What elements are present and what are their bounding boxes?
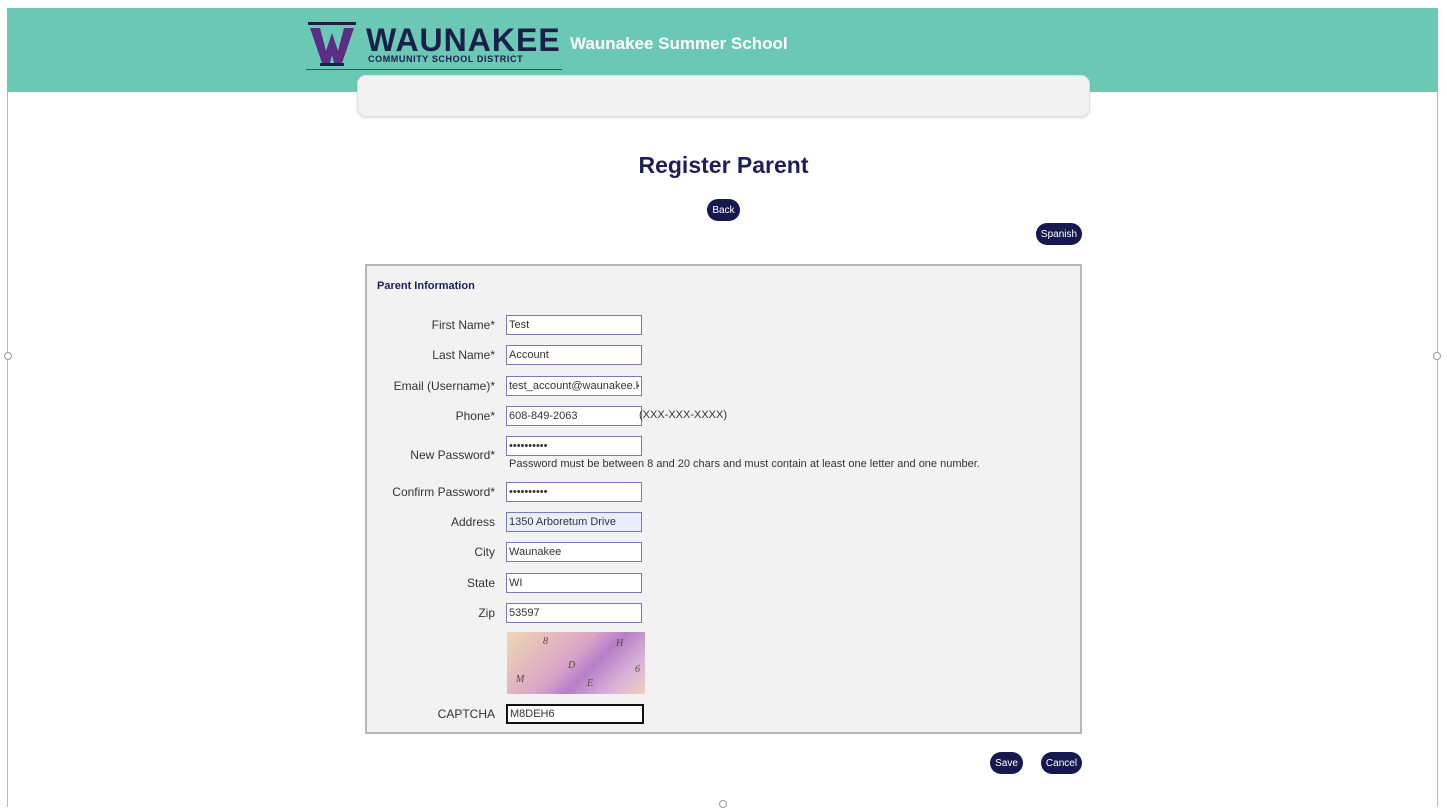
captcha-label: CAPTCHA xyxy=(437,707,495,721)
phone-format-hint: (XXX-XXX-XXXX) xyxy=(639,409,728,421)
captcha-image: 8 H D 6 M E xyxy=(507,632,645,694)
captcha-char: 8 xyxy=(543,636,548,647)
save-button[interactable]: Save xyxy=(990,752,1023,774)
zip-input[interactable] xyxy=(506,603,642,623)
captcha-char: E xyxy=(587,678,594,689)
zip-label: Zip xyxy=(478,606,495,620)
captcha-char: 6 xyxy=(635,664,640,675)
new-password-input[interactable] xyxy=(506,436,642,456)
state-input[interactable] xyxy=(506,573,642,593)
captcha-char: H xyxy=(616,638,624,649)
address-input[interactable] xyxy=(506,512,642,532)
logo-w-icon xyxy=(308,22,356,66)
last-name-label: Last Name* xyxy=(432,348,495,362)
confirm-password-input[interactable] xyxy=(506,482,642,502)
parent-information-panel: Parent Information First Name* Last Name… xyxy=(365,264,1082,734)
resize-handle-left[interactable] xyxy=(4,352,12,360)
window-frame-left xyxy=(7,8,8,807)
email-input[interactable] xyxy=(506,376,642,396)
last-name-input[interactable] xyxy=(506,345,642,365)
city-input[interactable] xyxy=(506,542,642,562)
window-frame-right xyxy=(1437,8,1438,807)
district-logo[interactable]: WAUNAKEE COMMUNITY SCHOOL DISTRICT xyxy=(306,21,562,72)
email-row: Email (Username)* xyxy=(367,376,1080,398)
captcha-char: M xyxy=(516,674,525,685)
logo-subtitle: COMMUNITY SCHOOL DISTRICT xyxy=(368,54,524,64)
first-name-row: First Name* xyxy=(367,315,1080,337)
navigation-bar xyxy=(357,75,1090,117)
resize-handle-right[interactable] xyxy=(1433,352,1441,360)
first-name-input[interactable] xyxy=(506,315,642,335)
cancel-button[interactable]: Cancel xyxy=(1041,752,1082,774)
phone-row: Phone* (XXX-XXX-XXXX) xyxy=(367,406,1080,428)
confirm-password-row: Confirm Password* xyxy=(367,482,1080,504)
email-label: Email (Username)* xyxy=(393,379,495,393)
logo-underline xyxy=(306,69,562,70)
password-rules-hint: Password must be between 8 and 20 chars … xyxy=(509,458,980,470)
site-title[interactable]: Waunakee Summer School xyxy=(570,34,788,54)
confirm-password-label: Confirm Password* xyxy=(392,485,495,499)
state-label: State xyxy=(466,576,495,590)
phone-input[interactable] xyxy=(506,406,642,426)
last-name-row: Last Name* xyxy=(367,345,1080,367)
panel-legend: Parent Information xyxy=(377,280,475,292)
city-label: City xyxy=(474,545,495,559)
captcha-input[interactable] xyxy=(506,704,644,724)
address-row: Address xyxy=(367,512,1080,534)
city-row: City xyxy=(367,542,1080,564)
first-name-label: First Name* xyxy=(431,318,495,332)
zip-row: Zip xyxy=(367,603,1080,625)
state-row: State xyxy=(367,573,1080,595)
new-password-row: New Password* Password must be between 8… xyxy=(367,436,1080,476)
new-password-label: New Password* xyxy=(410,448,495,462)
page-title: Register Parent xyxy=(638,152,809,178)
address-label: Address xyxy=(450,515,495,529)
spanish-button[interactable]: Spanish xyxy=(1036,223,1082,245)
phone-label: Phone* xyxy=(455,409,495,423)
captcha-row: CAPTCHA xyxy=(367,704,1080,726)
captcha-char: D xyxy=(568,660,576,671)
back-button[interactable]: Back xyxy=(707,199,740,221)
